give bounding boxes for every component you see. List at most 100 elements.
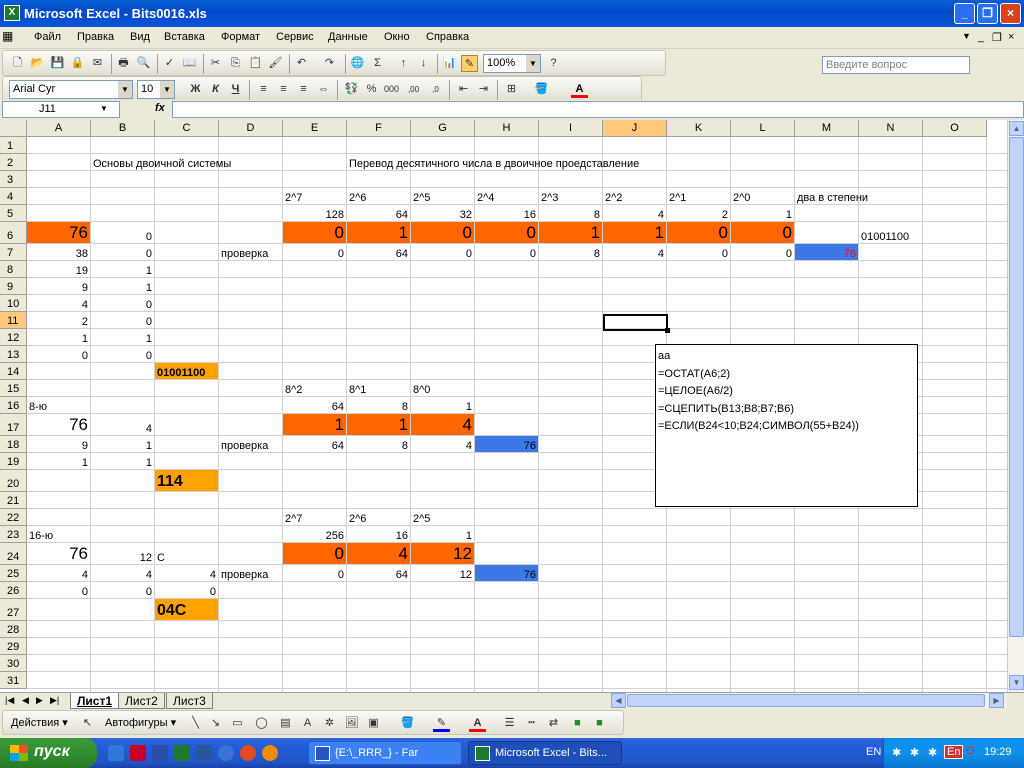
- cell-b2[interactable]: Основы двоичной системы: [91, 154, 233, 170]
- menu-format[interactable]: Формат: [221, 31, 260, 43]
- cell-f2[interactable]: Перевод десятичного числа в двоичное про…: [347, 154, 641, 170]
- autosum-icon[interactable]: Σ: [369, 55, 386, 72]
- arrow-style-icon[interactable]: ⇄: [545, 715, 562, 732]
- doc-restore-button[interactable]: ❐: [992, 31, 1002, 44]
- quick-launch-icon[interactable]: [152, 745, 168, 761]
- ask-question-input[interactable]: Введите вопрос: [822, 56, 970, 74]
- cell-e18[interactable]: 64: [283, 436, 346, 452]
- cell-e17[interactable]: 1: [283, 414, 346, 435]
- cell-j5[interactable]: 4: [603, 205, 666, 221]
- shadow-icon[interactable]: ■: [569, 715, 586, 732]
- cell-g17[interactable]: 4: [411, 414, 474, 435]
- cell-b11[interactable]: 0: [91, 312, 154, 328]
- cell-h7[interactable]: 0: [475, 244, 538, 260]
- cell-j7[interactable]: 4: [603, 244, 666, 260]
- help-icon[interactable]: ?: [545, 55, 562, 72]
- comment-box[interactable]: aa =ОСТАТ(A6;2) =ЦЕЛОЕ(A6/2) =СЦЕПИТЬ(B1…: [655, 344, 918, 507]
- ask-dropdown-icon[interactable]: ▼: [962, 31, 971, 41]
- font-size-select[interactable]: 10 ▼: [137, 80, 175, 99]
- vertical-scrollbar[interactable]: ▲ ▼: [1007, 120, 1024, 692]
- line-color-icon[interactable]: ✎: [433, 715, 450, 732]
- firefox-icon[interactable]: [262, 745, 278, 761]
- spelling-icon[interactable]: ✓: [161, 55, 178, 72]
- cell-b10[interactable]: 0: [91, 295, 154, 311]
- row-header[interactable]: 5: [0, 205, 27, 222]
- row-header[interactable]: 14: [0, 363, 27, 380]
- row-header[interactable]: 10: [0, 295, 27, 312]
- next-sheet-icon[interactable]: ▶: [36, 695, 43, 706]
- 3d-icon[interactable]: ■: [591, 715, 608, 732]
- cell-i4[interactable]: 2^3: [539, 188, 602, 204]
- cell-j4[interactable]: 2^2: [603, 188, 666, 204]
- cell-e24[interactable]: 0: [283, 543, 346, 564]
- row-header[interactable]: 30: [0, 655, 27, 672]
- cell-m7[interactable]: 76: [795, 244, 858, 260]
- cell-g5[interactable]: 32: [411, 205, 474, 221]
- picture-icon[interactable]: ▣: [365, 715, 382, 732]
- sort-asc-icon[interactable]: ↑: [395, 55, 412, 72]
- cell-k7[interactable]: 0: [667, 244, 730, 260]
- help-launch-icon[interactable]: [218, 745, 234, 761]
- cell-d25[interactable]: проверка: [219, 565, 282, 581]
- start-button[interactable]: пуск: [0, 738, 97, 768]
- row-header[interactable]: 7: [0, 244, 27, 261]
- column-header[interactable]: B: [91, 120, 155, 137]
- column-header[interactable]: N: [859, 120, 923, 137]
- ie-icon[interactable]: [108, 745, 124, 761]
- cell-f7[interactable]: 64: [347, 244, 410, 260]
- cell-b18[interactable]: 1: [91, 436, 154, 452]
- cell-c20[interactable]: 114: [155, 470, 218, 491]
- row-header[interactable]: 31: [0, 672, 27, 689]
- increase-indent-icon[interactable]: ⇥: [475, 81, 492, 98]
- language-indicator[interactable]: EN: [866, 746, 881, 758]
- permission-icon[interactable]: 🔒: [69, 55, 86, 72]
- fill-color-icon[interactable]: 🪣: [533, 81, 550, 98]
- cell-a23[interactable]: 16-ю: [27, 526, 90, 542]
- cell-i6[interactable]: 1: [539, 222, 602, 243]
- tab-sheet1[interactable]: Лист1: [70, 693, 120, 709]
- maximize-button[interactable]: ❐: [977, 3, 998, 24]
- cell-i7[interactable]: 8: [539, 244, 602, 260]
- row-header[interactable]: 29: [0, 638, 27, 655]
- cell-f22[interactable]: 2^6: [347, 509, 410, 525]
- task-far[interactable]: {E:\_RRR_} - Far: [308, 741, 462, 765]
- row-header[interactable]: 1: [0, 137, 27, 154]
- quick-launch-icon[interactable]: [130, 745, 146, 761]
- cell-k6[interactable]: 0: [667, 222, 730, 243]
- new-icon[interactable]: 🗋: [9, 55, 26, 72]
- clipart-icon[interactable]: 🖼: [343, 715, 360, 732]
- cell-g16[interactable]: 1: [411, 397, 474, 413]
- print-icon[interactable]: 🖶: [115, 55, 132, 72]
- cell-f17[interactable]: 1: [347, 414, 410, 435]
- cell-l6[interactable]: 0: [731, 222, 794, 243]
- row-header[interactable]: 23: [0, 526, 27, 543]
- column-header[interactable]: C: [155, 120, 219, 137]
- cell-f25[interactable]: 64: [347, 565, 410, 581]
- draw-font-color-icon[interactable]: A: [469, 715, 486, 732]
- cell-b6[interactable]: 0: [91, 222, 154, 243]
- row-header[interactable]: 6: [0, 222, 27, 244]
- row-header[interactable]: 2: [0, 154, 27, 171]
- cell-n6[interactable]: 01001100: [859, 222, 911, 243]
- save-icon[interactable]: 💾: [49, 55, 66, 72]
- cell-f24[interactable]: 4: [347, 543, 410, 564]
- last-sheet-icon[interactable]: ▶|: [50, 695, 59, 706]
- percent-icon[interactable]: %: [363, 81, 380, 98]
- menu-insert[interactable]: Вставка: [164, 31, 205, 43]
- cell-a9[interactable]: 9: [27, 278, 90, 294]
- cell-h25[interactable]: 76: [475, 565, 538, 581]
- column-header[interactable]: E: [283, 120, 347, 137]
- drawing-icon[interactable]: ✎: [461, 55, 478, 72]
- cell-j6[interactable]: 1: [603, 222, 666, 243]
- cell-f18[interactable]: 8: [347, 436, 410, 452]
- vertical-scroll-thumb[interactable]: [1009, 137, 1024, 637]
- format-painter-icon[interactable]: 🖌: [267, 55, 284, 72]
- increase-decimal-icon[interactable]: ,00: [405, 81, 422, 98]
- column-header[interactable]: H: [475, 120, 539, 137]
- underline-icon[interactable]: Ч: [227, 81, 244, 98]
- cell-b25[interactable]: 4: [91, 565, 154, 581]
- row-header[interactable]: 3: [0, 171, 27, 188]
- first-sheet-icon[interactable]: |◀: [5, 695, 14, 706]
- close-button[interactable]: ×: [1000, 3, 1021, 24]
- align-center-icon[interactable]: ≡: [275, 81, 292, 98]
